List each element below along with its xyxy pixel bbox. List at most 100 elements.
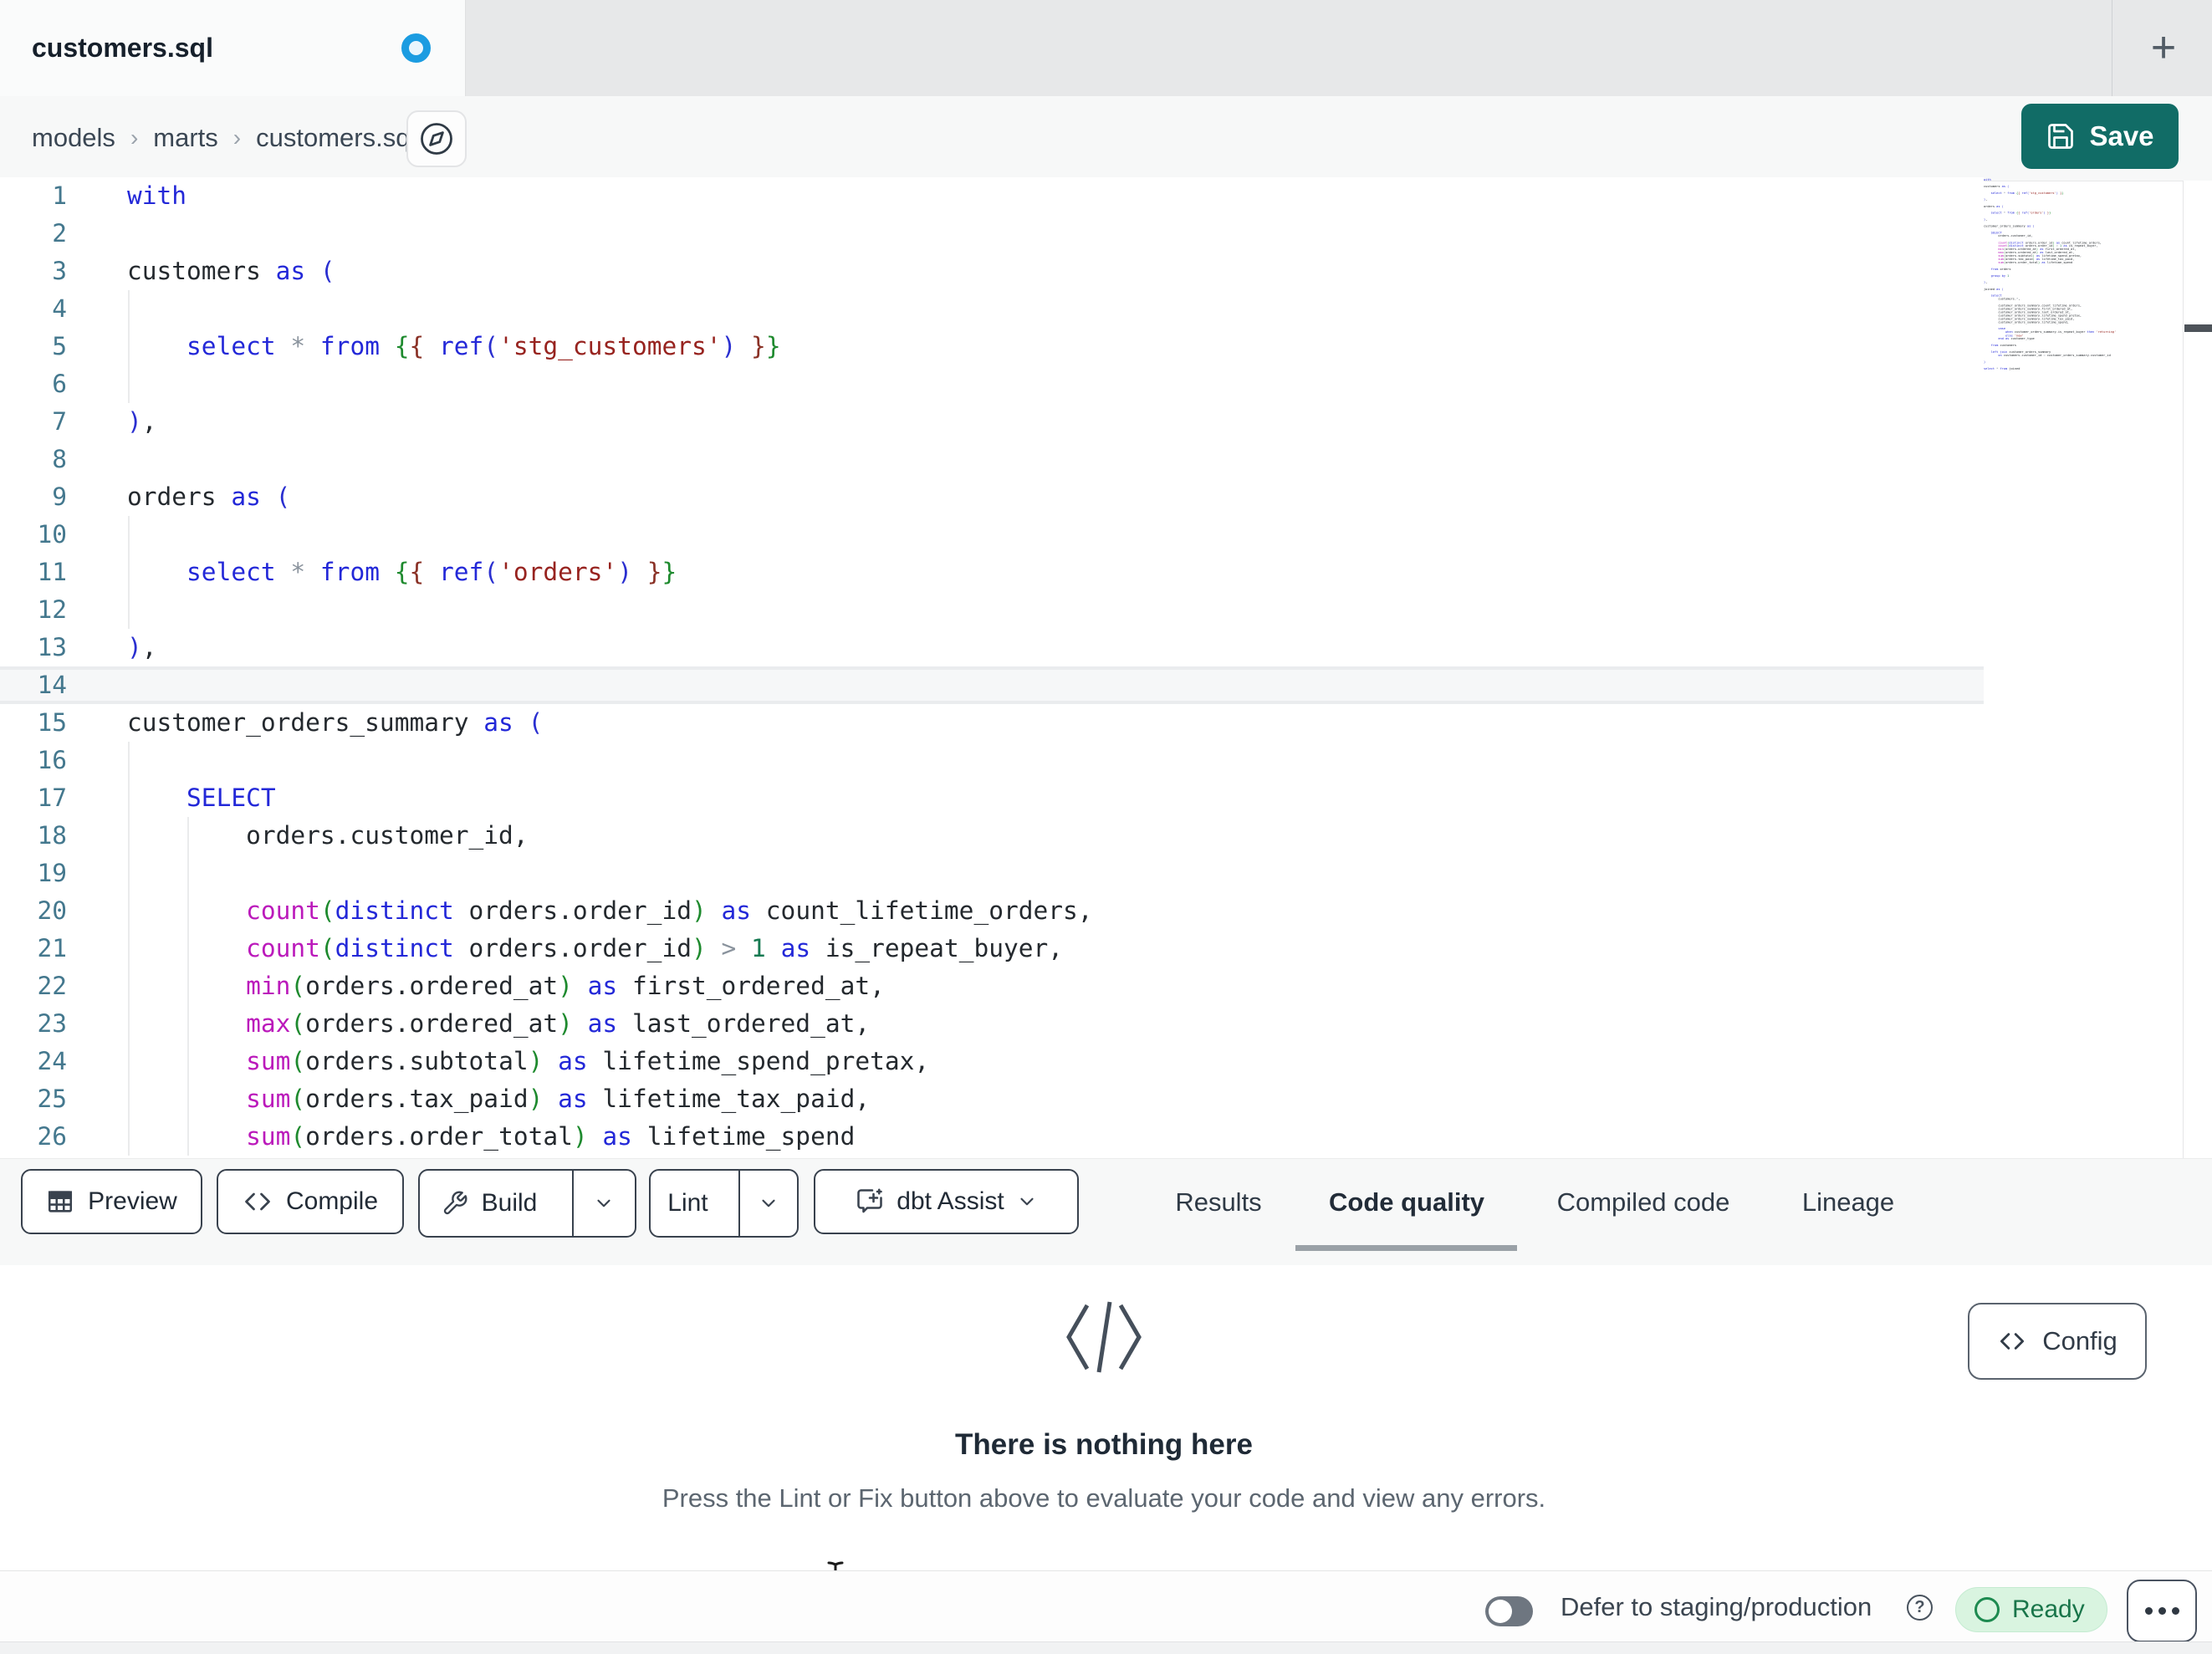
line-number[interactable]: 11 [0, 554, 67, 591]
code-line[interactable]: 7), [0, 403, 1984, 441]
code-text: select * from {{ ref('stg_customers') }} [186, 332, 781, 360]
tab-code-quality[interactable]: Code quality [1329, 1159, 1484, 1245]
code-text: ), [127, 407, 157, 436]
line-number[interactable]: 1 [0, 177, 67, 215]
line-number[interactable]: 14 [0, 666, 67, 704]
indent-guide [128, 591, 130, 629]
wrench-icon [443, 1191, 467, 1215]
build-label: Build [481, 1189, 538, 1217]
more-options-button[interactable] [2127, 1580, 2197, 1642]
code-line[interactable]: 15 customer_orders_summary as ( [0, 704, 1984, 742]
line-number[interactable]: 7 [0, 403, 67, 441]
help-icon[interactable]: ? [1907, 1595, 1933, 1621]
breadcrumb-bar: models › marts › customers.sql Save [0, 96, 2212, 181]
code-line[interactable]: 17 SELECT [0, 779, 1984, 817]
code-line[interactable]: 13), [0, 629, 1984, 666]
code-line[interactable]: 22 min(orders.ordered_at) as first_order… [0, 967, 1984, 1005]
line-number[interactable]: 25 [0, 1080, 67, 1118]
line-number[interactable]: 19 [0, 855, 67, 892]
code-line[interactable]: 18 orders.customer_id, [0, 817, 1984, 855]
minimap[interactable]: with customers as ( select * from {{ ref… [1984, 178, 2183, 1098]
code-slash-icon [1066, 1301, 1142, 1373]
code-line[interactable]: 1 with [0, 177, 1984, 215]
line-number[interactable]: 22 [0, 967, 67, 1005]
line-number[interactable]: 20 [0, 892, 67, 930]
build-dropdown-button[interactable] [571, 1171, 635, 1236]
defer-toggle[interactable] [1485, 1596, 1533, 1626]
line-number[interactable]: 24 [0, 1043, 67, 1080]
scrollbar-thumb[interactable] [2184, 324, 2212, 332]
code-text: sum(orders.subtotal) as lifetime_spend_p… [246, 1047, 930, 1075]
code-line[interactable]: 23 max(orders.ordered_at) as last_ordere… [0, 1005, 1984, 1043]
line-number[interactable]: 9 [0, 478, 67, 516]
explore-lineage-button[interactable] [406, 110, 467, 167]
code-line[interactable]: 19 [0, 855, 1984, 892]
code-line[interactable]: 2 [0, 215, 1984, 253]
line-number[interactable]: 21 [0, 930, 67, 967]
status-circle-icon [1974, 1597, 2000, 1622]
empty-state-title: There is nothing here [955, 1428, 1253, 1461]
chevron-down-icon [1020, 1197, 1034, 1206]
compile-button[interactable]: Compile [217, 1169, 404, 1234]
file-tab-customers-sql[interactable]: customers.sql [0, 0, 466, 96]
indent-guide [128, 365, 130, 403]
line-number[interactable]: 23 [0, 1005, 67, 1043]
breadcrumb-models[interactable]: models [32, 123, 115, 153]
code-line[interactable]: 26 sum(orders.order_total) as lifetime_s… [0, 1118, 1984, 1156]
config-button[interactable]: Config [1968, 1303, 2147, 1380]
code-line[interactable]: 8 [0, 441, 1984, 478]
code-line[interactable]: 21 count(distinct orders.order_id) > 1 a… [0, 930, 1984, 967]
new-tab-button[interactable]: + [2134, 11, 2193, 84]
bottom-toolbar-strip: Preview Compile Build Lint dbt Assist Re… [0, 1158, 2212, 1266]
code-line[interactable]: 25 sum(orders.tax_paid) as lifetime_tax_… [0, 1080, 1984, 1118]
code-text: SELECT [186, 784, 276, 812]
code-line[interactable]: 3 customers as ( [0, 253, 1984, 290]
code-line[interactable]: 9 orders as ( [0, 478, 1984, 516]
line-number[interactable]: 4 [0, 290, 67, 328]
code-line[interactable]: 20 count(distinct orders.order_id) as co… [0, 892, 1984, 930]
code-text: ), [127, 633, 157, 661]
status-bar: Defer to staging/production ? Ready [0, 1570, 2212, 1642]
line-number[interactable]: 5 [0, 328, 67, 365]
dot-icon [2158, 1607, 2166, 1615]
line-number[interactable]: 2 [0, 215, 67, 253]
tab-results[interactable]: Results [1175, 1159, 1261, 1245]
save-button[interactable]: Save [2021, 104, 2179, 169]
tab-lineage[interactable]: Lineage [1802, 1159, 1894, 1245]
line-number[interactable]: 10 [0, 516, 67, 554]
chevron-down-icon [597, 1199, 611, 1207]
toggle-knob [1489, 1600, 1512, 1623]
code-line[interactable]: 6 [0, 365, 1984, 403]
line-number[interactable]: 12 [0, 591, 67, 629]
compass-icon [421, 123, 452, 155]
code-line[interactable]: 4 [0, 290, 1984, 328]
line-number[interactable]: 16 [0, 742, 67, 779]
code-line[interactable]: 11 select * from {{ ref('orders') }} [0, 554, 1984, 591]
file-tab-title: customers.sql [32, 33, 213, 63]
line-number[interactable]: 26 [0, 1118, 67, 1156]
empty-state-subtitle: Press the Lint or Fix button above to ev… [662, 1483, 1546, 1513]
tab-compiled-code[interactable]: Compiled code [1557, 1159, 1730, 1245]
build-button[interactable]: Build [420, 1171, 559, 1236]
line-number[interactable]: 17 [0, 779, 67, 817]
lint-button[interactable]: Lint [651, 1171, 725, 1236]
code-line[interactable]: 12 [0, 591, 1984, 629]
line-number[interactable]: 13 [0, 629, 67, 666]
breadcrumb-marts[interactable]: marts [153, 123, 218, 153]
code-line[interactable]: 16 [0, 742, 1984, 779]
line-number[interactable]: 8 [0, 441, 67, 478]
lint-dropdown-button[interactable] [738, 1171, 797, 1236]
code-editor[interactable]: 1 with 2 3 customers as (4 5 select * from {{… [0, 177, 1984, 1158]
line-number[interactable]: 18 [0, 817, 67, 855]
code-line[interactable]: 24 sum(orders.subtotal) as lifetime_spen… [0, 1043, 1984, 1080]
line-number[interactable]: 15 [0, 704, 67, 742]
defer-label: Defer to staging/production [1561, 1591, 1872, 1621]
dbt-assist-button[interactable]: dbt Assist [814, 1169, 1079, 1234]
code-line[interactable]: 14 [0, 666, 1984, 704]
line-number[interactable]: 3 [0, 253, 67, 290]
code-line[interactable]: 5 select * from {{ ref('stg_customers') … [0, 328, 1984, 365]
preview-button[interactable]: Preview [21, 1169, 202, 1234]
code-line[interactable]: 10 [0, 516, 1984, 554]
code-text: max(orders.ordered_at) as last_ordered_a… [246, 1009, 871, 1038]
line-number[interactable]: 6 [0, 365, 67, 403]
